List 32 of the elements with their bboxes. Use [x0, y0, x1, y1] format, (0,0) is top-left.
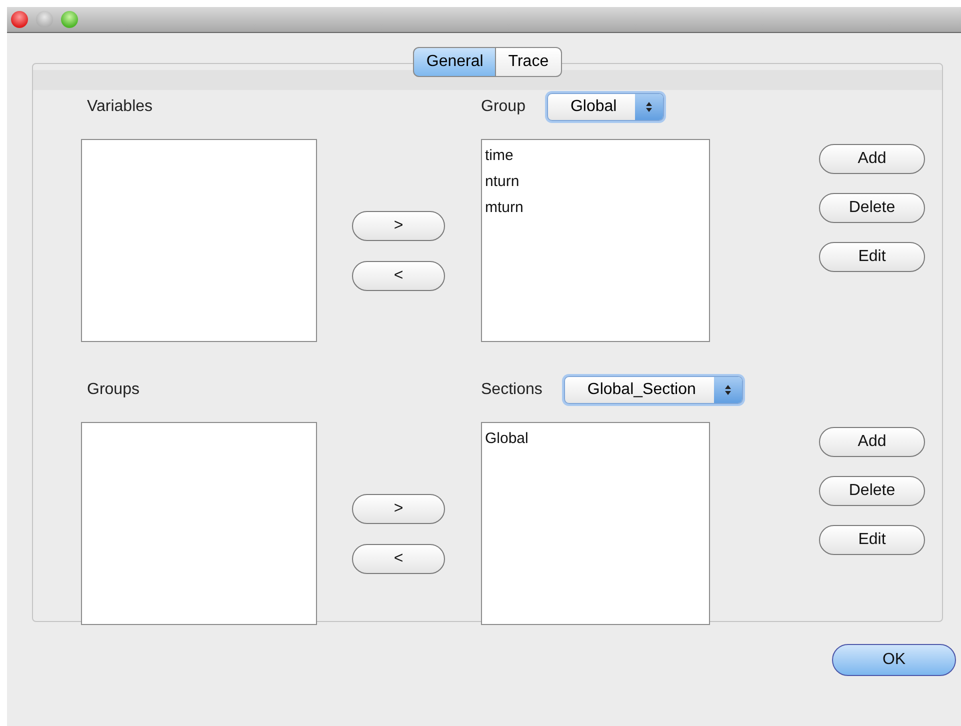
action-button[interactable]: Add — [819, 144, 925, 174]
list-item[interactable]: Global — [485, 426, 706, 452]
dropdown[interactable]: Global — [547, 93, 664, 121]
dropdown-label: Group — [481, 98, 526, 116]
action-button[interactable]: Add — [819, 427, 925, 457]
zoom-button[interactable] — [61, 11, 78, 28]
stepper-arrows-icon — [634, 94, 663, 120]
action-button[interactable]: Delete — [819, 476, 925, 506]
ok-button[interactable]: OK — [832, 644, 956, 676]
dropdown[interactable]: Global_Section — [564, 376, 743, 404]
list-box[interactable] — [81, 139, 317, 342]
stepper-arrows-icon — [714, 377, 742, 403]
list-item[interactable]: nturn — [485, 169, 706, 195]
action-button[interactable]: Edit — [819, 525, 925, 555]
list-item[interactable]: mturn — [485, 195, 706, 221]
minimize-button[interactable] — [36, 11, 53, 28]
action-button[interactable]: Delete — [819, 193, 925, 223]
list-box[interactable]: time nturn mturn — [481, 139, 710, 342]
move-button[interactable]: > — [352, 494, 445, 524]
action-button[interactable]: Edit — [819, 242, 925, 272]
list-box[interactable]: Global — [481, 422, 710, 625]
tab[interactable]: General — [413, 47, 496, 77]
list-label: Variables — [86, 98, 154, 116]
tab[interactable]: Trace — [496, 47, 562, 77]
list-box[interactable] — [81, 422, 317, 625]
move-button[interactable]: > — [352, 211, 445, 241]
move-button[interactable]: < — [352, 544, 445, 574]
move-button[interactable]: < — [352, 261, 445, 291]
close-button[interactable] — [11, 11, 28, 28]
dropdown-label: Sections — [481, 381, 542, 399]
list-item[interactable]: time — [485, 143, 706, 169]
list-label: Groups — [86, 381, 140, 399]
